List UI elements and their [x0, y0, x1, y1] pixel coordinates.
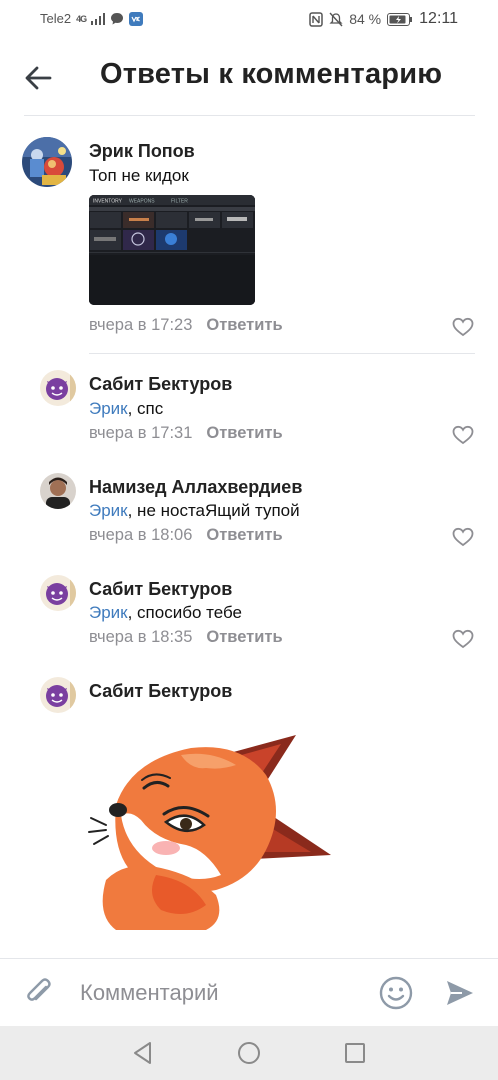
comment-author[interactable]: Эрик Попов [89, 141, 195, 162]
devil-emoji-avatar [40, 370, 76, 406]
comment-composer [0, 958, 498, 1026]
heart-icon[interactable] [452, 527, 474, 547]
mention-link[interactable]: Эрик [89, 501, 128, 520]
avatar[interactable] [40, 575, 76, 611]
battery-icon [387, 12, 413, 26]
nav-recents-icon[interactable] [342, 1040, 368, 1066]
avatar[interactable] [40, 370, 76, 406]
mention-link[interactable]: Эрик [89, 603, 128, 622]
comment-input[interactable] [80, 973, 360, 1013]
comment-text: Эрик, не ностаЯщий тупой [89, 501, 300, 521]
reply-button[interactable]: Ответить [206, 628, 282, 646]
status-right: 84 % 12:11 [309, 10, 458, 28]
reply-button[interactable]: Ответить [206, 316, 282, 334]
nfc-icon [309, 11, 323, 27]
nav-home-icon[interactable] [236, 1040, 262, 1066]
comment-time: вчера в 18:06 [89, 526, 193, 544]
comment-body: , спосибо тебе [127, 603, 242, 622]
comment-author[interactable]: Сабит Бектуров [89, 374, 232, 395]
header: Ответы к комментарию [0, 38, 498, 116]
message-icon [111, 12, 124, 24]
thread-divider [89, 353, 475, 354]
back-arrow-icon[interactable] [20, 60, 56, 96]
carrier-name: Tele2 [40, 11, 72, 26]
fox-sticker-icon[interactable] [86, 730, 336, 935]
heart-icon[interactable] [452, 425, 474, 445]
comment-meta: вчера в 17:23 Ответить [89, 316, 283, 335]
avatar[interactable] [40, 677, 76, 713]
devil-emoji-avatar [40, 575, 76, 611]
nav-back-icon[interactable] [130, 1040, 156, 1066]
attachment-label-weapons: WEAPONS [129, 199, 155, 205]
signal-icon [91, 12, 106, 25]
avatar-image [22, 137, 72, 187]
comment-text: Топ не кидок [89, 166, 189, 185]
comment-meta: вчера в 17:31 Ответить [89, 424, 283, 443]
status-bar: Tele2 4G 84 % 12:11 [0, 0, 498, 38]
comment-text: Эрик, спосибо тебе [89, 603, 242, 623]
page-title: Ответы к комментарию [100, 58, 443, 90]
avatar[interactable] [40, 473, 76, 509]
avatar[interactable] [22, 137, 72, 187]
comment-author[interactable]: Намизед Аллахвердиев [89, 477, 302, 498]
muted-bell-icon [329, 12, 343, 26]
smiley-icon[interactable] [378, 975, 414, 1011]
mention-link[interactable]: Эрик [89, 399, 128, 418]
comment-body: , не ностаЯщий тупой [127, 501, 300, 520]
inventory-screenshot: INVENTORY WEAPONS FILTER [89, 195, 255, 305]
comment-author[interactable]: Сабит Бектуров [89, 681, 232, 702]
heart-icon[interactable] [452, 317, 474, 337]
comment-time: вчера в 17:31 [89, 424, 193, 442]
reply-button[interactable]: Ответить [206, 526, 282, 544]
comment-author[interactable]: Сабит Бектуров [89, 579, 232, 600]
devil-emoji-avatar [40, 677, 76, 713]
comment-meta: вчера в 18:35 Ответить [89, 628, 283, 647]
comment-body: , спс [127, 399, 164, 418]
status-left: Tele2 4G [40, 11, 144, 26]
comment-text: Эрик, спс [89, 399, 163, 419]
battery-percent: 84 % [349, 11, 382, 27]
paperclip-icon[interactable] [22, 975, 56, 1009]
comment-time: вчера в 18:35 [89, 628, 193, 646]
attached-image[interactable]: INVENTORY WEAPONS FILTER [89, 195, 255, 305]
clock: 12:11 [419, 10, 458, 27]
send-icon[interactable] [444, 977, 476, 1009]
header-divider [24, 115, 475, 116]
attachment-label-filter: FILTER [171, 199, 188, 205]
reply-button[interactable]: Ответить [206, 424, 282, 442]
system-nav-bar [0, 1026, 498, 1080]
vk-notification-icon [129, 11, 144, 26]
photo-avatar [40, 473, 76, 509]
network-type: 4G [76, 13, 87, 24]
attachment-label-inventory: INVENTORY [93, 199, 123, 205]
comment-time: вчера в 17:23 [89, 316, 193, 334]
heart-icon[interactable] [452, 629, 474, 649]
comment-meta: вчера в 18:06 Ответить [89, 526, 283, 545]
